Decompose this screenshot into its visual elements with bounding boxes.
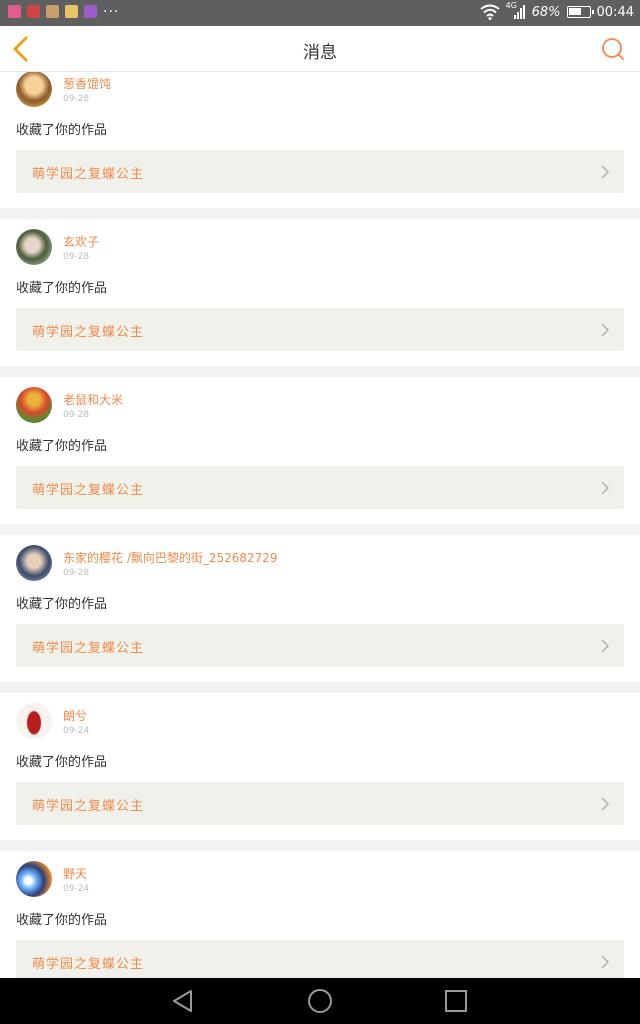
notification-gallery-icon [84, 5, 97, 18]
message-card: 葱香馄饨 09-28 收藏了你的作品 萌学园之复蝶公主 [0, 72, 640, 208]
chevron-right-icon [601, 481, 610, 495]
message-text: 收藏了你的作品 [16, 281, 108, 296]
chevron-right-icon [601, 165, 610, 179]
recents-square-icon[interactable] [443, 988, 469, 1014]
work-link[interactable]: 萌学园之复蝶公主 [16, 150, 624, 193]
notification-book-icon [65, 5, 78, 18]
message-card: 东家的樱花 /飘向巴黎的街_252682729 09-28 收藏了你的作品 萌学… [0, 535, 640, 682]
message-text: 收藏了你的作品 [16, 913, 108, 928]
avatar[interactable] [16, 861, 52, 897]
message-text: 收藏了你的作品 [16, 755, 108, 770]
battery-icon [566, 6, 594, 18]
work-title: 萌学园之复蝶公主 [32, 641, 145, 656]
username[interactable]: 葱香馄饨 [63, 75, 111, 92]
chevron-right-icon [601, 323, 610, 337]
work-title: 萌学园之复蝶公主 [32, 799, 145, 814]
header-bar: 消息 [0, 26, 640, 72]
message-date: 09-28 [63, 252, 90, 262]
avatar[interactable] [16, 703, 52, 739]
username[interactable]: 东家的樱花 /飘向巴黎的街_252682729 [63, 549, 278, 566]
clock: 00:44 [596, 4, 634, 20]
signal-icon [513, 5, 525, 19]
username[interactable]: 野天 [63, 865, 87, 882]
status-bar: ··· 4G 68% 00:44 [0, 0, 640, 26]
message-list-viewport[interactable]: 葱香馄饨 09-28 收藏了你的作品 萌学园之复蝶公主 玄欢子 09-28 收藏… [0, 72, 640, 978]
message-date: 09-28 [63, 568, 90, 578]
work-link[interactable]: 萌学园之复蝶公主 [16, 466, 624, 509]
notification-film-icon [27, 5, 40, 18]
chevron-right-icon [601, 797, 610, 811]
wifi-icon [480, 4, 500, 20]
more-notifications-icon: ··· [103, 3, 120, 20]
notification-image-icon [46, 5, 59, 18]
message-card: 老鼠和大米 09-28 收藏了你的作品 萌学园之复蝶公主 [0, 377, 640, 524]
avatar[interactable] [16, 72, 52, 107]
home-circle-icon[interactable] [306, 987, 334, 1015]
message-text: 收藏了你的作品 [16, 597, 108, 612]
work-title: 萌学园之复蝶公主 [32, 957, 145, 972]
message-date: 09-24 [63, 884, 90, 894]
avatar[interactable] [16, 545, 52, 581]
battery-percent: 68% [531, 4, 561, 20]
avatar[interactable] [16, 387, 52, 423]
back-triangle-icon[interactable] [170, 988, 196, 1014]
chevron-right-icon [601, 955, 610, 969]
work-title: 萌学园之复蝶公主 [32, 483, 145, 498]
notification-icons: ··· [8, 3, 120, 20]
message-card: 玄欢子 09-28 收藏了你的作品 萌学园之复蝶公主 [0, 219, 640, 366]
username[interactable]: 朗兮 [63, 707, 87, 724]
message-date: 09-28 [63, 94, 90, 104]
work-link[interactable]: 萌学园之复蝶公主 [16, 782, 624, 825]
notification-app-icon [8, 5, 21, 18]
system-navigation-bar [0, 978, 640, 1024]
page-title: 消息 [303, 43, 337, 63]
chevron-right-icon [601, 639, 610, 653]
work-link[interactable]: 萌学园之复蝶公主 [16, 940, 624, 978]
message-card: 朗兮 09-24 收藏了你的作品 萌学园之复蝶公主 [0, 693, 640, 840]
work-title: 萌学园之复蝶公主 [32, 167, 145, 182]
message-date: 09-24 [63, 726, 90, 736]
message-list: 葱香馄饨 09-28 收藏了你的作品 萌学园之复蝶公主 玄欢子 09-28 收藏… [0, 72, 640, 978]
username[interactable]: 玄欢子 [63, 233, 99, 250]
work-link[interactable]: 萌学园之复蝶公主 [16, 624, 624, 667]
message-card: 野天 09-24 收藏了你的作品 萌学园之复蝶公主 [0, 851, 640, 978]
work-link[interactable]: 萌学园之复蝶公主 [16, 308, 624, 351]
message-text: 收藏了你的作品 [16, 439, 108, 454]
work-title: 萌学园之复蝶公主 [32, 325, 145, 340]
search-icon[interactable] [600, 36, 626, 62]
message-date: 09-28 [63, 410, 90, 420]
message-text: 收藏了你的作品 [16, 123, 108, 138]
username[interactable]: 老鼠和大米 [63, 391, 123, 408]
avatar[interactable] [16, 229, 52, 265]
